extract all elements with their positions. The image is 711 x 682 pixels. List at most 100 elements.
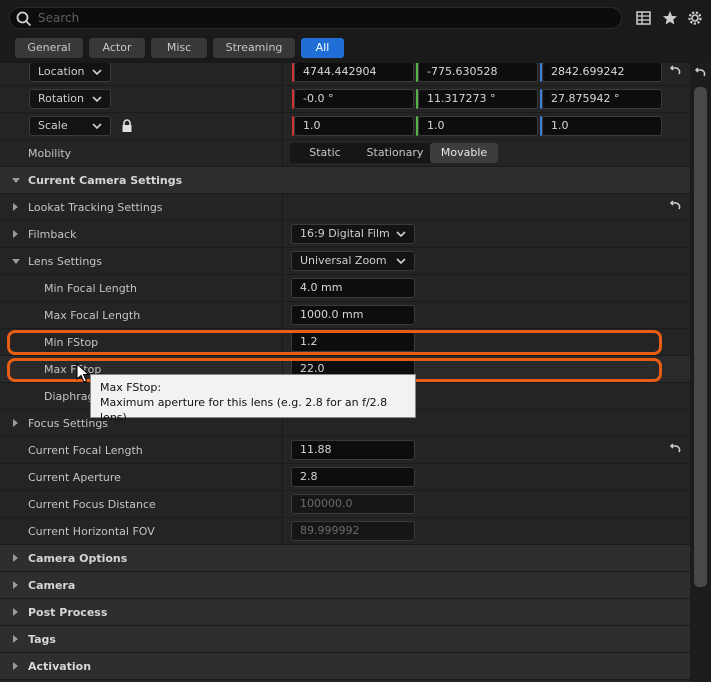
focus-settings-label: Focus Settings [28,417,109,430]
scrollbar-thumb[interactable] [694,87,707,587]
table-view-icon[interactable] [635,9,653,27]
scale-row: Scale 1.0 1.0 1.0 [0,113,690,140]
filter-general[interactable]: General [15,38,83,58]
filter-streaming[interactable]: Streaming [213,38,295,58]
location-row: Location 4744.442904 -775.630528 2842.69… [0,63,690,86]
category-camera[interactable]: Camera [0,572,690,599]
collapse-arrow-icon [13,635,18,643]
category-tags[interactable]: Tags [0,626,690,653]
scale-dropdown[interactable]: Scale [29,116,111,136]
settings-gear-icon[interactable] [686,9,704,27]
category-camera-options[interactable]: Camera Options [0,545,690,572]
reset-arrow-icon[interactable] [668,199,682,213]
filter-misc[interactable]: Misc [151,38,207,58]
collapse-arrow-icon [13,554,18,562]
mobility-row: Mobility Static Stationary Movable [0,140,690,167]
rotation-dropdown[interactable]: Rotation [29,89,111,109]
min-focal-length-row: Min Focal Length 4.0 mm [0,275,690,302]
lock-icon[interactable] [121,119,133,133]
category-label: Current Camera Settings [28,174,183,187]
max-focal-length-row: Max Focal Length 1000.0 mm [0,302,690,329]
current-focus-distance-label: Current Focus Distance [28,498,156,511]
expand-arrow-icon [12,178,20,183]
rotation-row: Rotation -0.0 ° 11.317273 ° 27.875942 ° [0,86,690,113]
filter-all[interactable]: All [301,38,344,58]
mobility-label: Mobility [28,147,72,160]
rotation-label: Rotation [38,92,85,105]
current-aperture-field[interactable]: 2.8 [291,467,415,487]
lens-settings-row: Lens Settings Universal Zoom [0,248,690,275]
current-focal-length-row: Current Focal Length 11.88 [0,437,690,464]
category-activation[interactable]: Activation [0,653,690,680]
search-input[interactable] [38,10,608,26]
tooltip-title: Max FStop: [100,381,162,394]
details-toolbar [0,0,711,35]
expand-arrow-icon [12,259,20,264]
lens-settings-dropdown[interactable]: Universal Zoom [291,251,415,271]
mobility-static[interactable]: Static [290,143,360,163]
reset-arrow-icon[interactable] [668,64,682,78]
max-focal-length-label: Max Focal Length [44,309,141,322]
lookat-tracking-row[interactable]: Lookat Tracking Settings [0,194,690,221]
lens-value: Universal Zoom [300,254,387,267]
filmback-dropdown[interactable]: 16:9 Digital Film [291,224,415,244]
location-y-field[interactable]: -775.630528 [418,63,538,82]
category-label: Camera [28,579,76,592]
max-focal-length-field[interactable]: 1000.0 mm [291,305,415,325]
current-focal-length-label: Current Focal Length [28,444,143,457]
location-z-field[interactable]: 2842.699242 [542,63,662,82]
location-x-field[interactable]: 4744.442904 [294,63,414,82]
reset-arrow-icon[interactable] [690,66,711,80]
collapse-arrow-icon [13,608,18,616]
reset-arrow-icon[interactable] [668,442,682,456]
lookat-tracking-label: Lookat Tracking Settings [28,201,163,214]
mobility-movable[interactable]: Movable [430,143,498,163]
rotation-z-field[interactable]: 27.875942 ° [542,89,662,109]
chevron-down-icon [396,231,406,238]
scale-x-field[interactable]: 1.0 [294,116,414,136]
current-aperture-row: Current Aperture 2.8 [0,464,690,491]
category-current-camera-settings[interactable]: Current Camera Settings [0,167,690,194]
category-label: Post Process [28,606,108,619]
current-horizontal-fov-field: 89.999992 [291,521,415,541]
max-fstop-tooltip: Max FStop: Maximum aperture for this len… [90,374,416,424]
favorites-star-icon[interactable] [661,9,679,27]
chevron-down-icon [396,258,406,265]
category-label: Tags [28,633,56,646]
filter-bar: General Actor Misc Streaming All [0,35,711,63]
collapse-arrow-icon [13,419,18,427]
location-dropdown[interactable]: Location [29,63,111,82]
current-horizontal-fov-row: Current Horizontal FOV 89.999992 [0,518,690,545]
rotation-x-field[interactable]: -0.0 ° [294,89,414,109]
current-aperture-label: Current Aperture [28,471,121,484]
current-focal-length-field[interactable]: 11.88 [291,440,415,460]
category-post-process[interactable]: Post Process [0,599,690,626]
tooltip-body: Maximum aperture for this lens (e.g. 2.8… [100,396,388,424]
collapse-arrow-icon [13,230,18,238]
lens-settings-label: Lens Settings [28,255,103,268]
search-box[interactable] [9,7,622,29]
chevron-down-icon [92,69,102,76]
highlight-min-fstop [7,330,662,355]
location-label: Location [38,65,85,78]
current-focus-distance-row: Current Focus Distance 100000.0 [0,491,690,518]
filter-actor[interactable]: Actor [89,38,145,58]
vertical-scrollbar[interactable] [690,63,711,682]
filmback-label: Filmback [28,228,77,241]
search-icon [16,11,32,27]
scale-label: Scale [38,119,68,132]
collapse-arrow-icon [13,203,18,211]
scale-z-field[interactable]: 1.0 [542,116,662,136]
scale-y-field[interactable]: 1.0 [418,116,538,136]
chevron-down-icon [92,123,102,130]
mouse-cursor-icon [76,363,90,383]
mobility-segmented-control: Static Stationary Movable [290,143,498,163]
min-focal-length-field[interactable]: 4.0 mm [291,278,415,298]
rotation-y-field[interactable]: 11.317273 ° [418,89,538,109]
collapse-arrow-icon [13,581,18,589]
current-focus-distance-field: 100000.0 [291,494,415,514]
mobility-stationary[interactable]: Stationary [360,143,430,163]
category-label: Camera Options [28,552,128,565]
filmback-row: Filmback 16:9 Digital Film [0,221,690,248]
current-horizontal-fov-label: Current Horizontal FOV [28,525,155,538]
